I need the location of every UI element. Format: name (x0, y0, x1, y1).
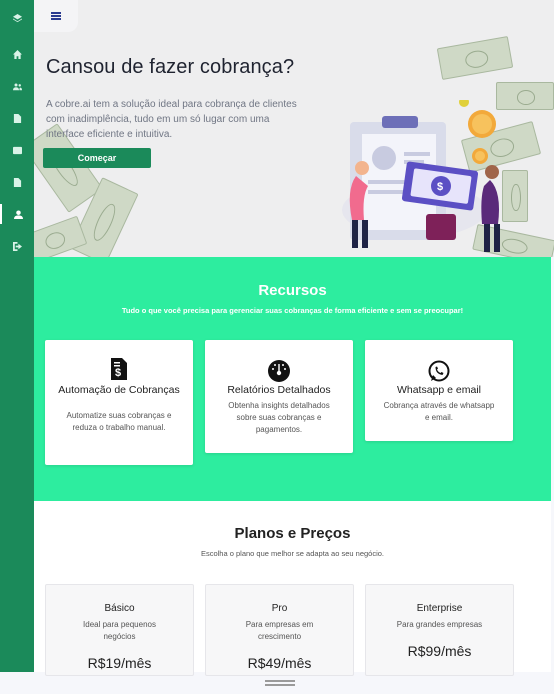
user-icon[interactable] (0, 204, 34, 224)
report-icon[interactable] (0, 172, 34, 192)
users-icon[interactable] (0, 76, 34, 96)
payment-illustration: $ (342, 100, 500, 252)
plan-price: R$99/mês (407, 643, 472, 659)
drag-handle[interactable] (265, 680, 295, 686)
invoice-dollar-icon: $ (111, 358, 127, 380)
sidebar (0, 0, 34, 672)
resources-title: Recursos (258, 282, 327, 299)
plan-description: Ideal para pequenos negócios (83, 620, 156, 641)
plan-name: Enterprise (416, 603, 463, 614)
plan-name: Básico (104, 603, 135, 614)
feature-title: Automação de Cobranças (58, 384, 180, 396)
plan-name: Pro (271, 603, 288, 614)
hero-title: Cansou de fazer cobrança? (46, 56, 295, 78)
svg-text:$: $ (437, 181, 443, 193)
menu-toggle-button[interactable] (34, 0, 78, 32)
feature-description: Cobrança através de whatsapp e email. (383, 401, 495, 422)
feature-title: Relatórios Detalhados (227, 384, 331, 396)
plan-card-enterprise[interactable]: Enterprise Para grandes empresas R$99/mê… (365, 584, 514, 676)
resources-section: Recursos Tudo o que você precisa para ge… (34, 257, 551, 501)
feature-title: Whatsapp e email (396, 384, 482, 396)
feature-description: Automatize suas cobranças e reduza o tra… (66, 411, 172, 432)
logout-icon[interactable] (0, 236, 34, 256)
pricing-title: Planos e Preços (234, 525, 351, 542)
mail-icon[interactable] (0, 140, 34, 160)
plan-description: Para empresas em crescimento (245, 620, 314, 641)
feature-card: Whatsapp e email Cobrança através de wha… (365, 340, 513, 441)
hamburger-icon (51, 15, 61, 17)
plan-description: Para grandes empresas (396, 620, 483, 629)
money-bill-decoration (436, 35, 514, 81)
hero-section: $ Cansou de fazer cobrança? A cobre.ai t… (34, 0, 554, 257)
layers-icon[interactable] (0, 8, 34, 28)
gauge-icon (268, 360, 290, 382)
svg-text:$: $ (115, 367, 121, 379)
pricing-subtitle: Escolha o plano que melhor se adapta ao … (200, 549, 385, 558)
feature-card: $ Automação de Cobranças Automatize suas… (45, 340, 193, 465)
pricing-section: Planos e Preços Escolha o plano que melh… (34, 501, 551, 676)
plan-card-basico[interactable]: Básico Ideal para pequenos negócios R$19… (45, 584, 194, 676)
plan-price: R$49/mês (247, 655, 312, 671)
whatsapp-icon (428, 360, 450, 382)
start-button[interactable]: Começar (43, 148, 151, 168)
feature-card: Relatórios Detalhados Obtenha insights d… (205, 340, 353, 453)
resources-subtitle: Tudo o que você precisa para gerenciar s… (121, 306, 464, 315)
plan-price: R$19/mês (87, 655, 152, 671)
feature-description: Obtenha insights detalhados sobre suas c… (228, 401, 330, 434)
home-icon[interactable] (0, 44, 34, 64)
plan-card-pro[interactable]: Pro Para empresas em crescimento R$49/mê… (205, 584, 354, 676)
hero-description: A cobre.ai tem a solução ideal para cobr… (46, 99, 297, 140)
document-icon[interactable] (0, 108, 34, 128)
